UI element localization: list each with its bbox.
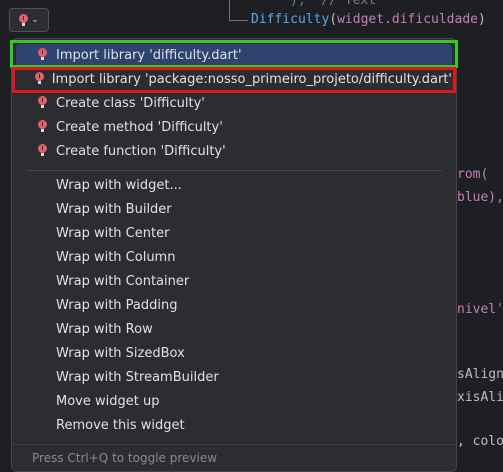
menu-item-remove-widget[interactable]: Remove this widget xyxy=(16,414,452,437)
indent-guide-branch xyxy=(229,20,248,21)
menu-item-label: Wrap with Padding xyxy=(56,298,178,313)
red-bulb-icon xyxy=(37,95,47,108)
code-fragment: nivel' xyxy=(457,302,503,317)
indent-guide xyxy=(229,0,230,21)
menu-item-create-method[interactable]: Create method 'Difficulty' xyxy=(16,116,452,139)
menu-item-label: Create function 'Difficulty' xyxy=(56,144,226,159)
menu-item-label: Wrap with Row xyxy=(56,322,153,337)
menu-item-create-function[interactable]: Create function 'Difficulty' xyxy=(16,140,452,163)
menu-item-wrap-container[interactable]: Wrap with Container xyxy=(16,270,452,293)
menu-item-wrap-center[interactable]: Wrap with Center xyxy=(16,222,452,245)
menu-item-label: Wrap with Column xyxy=(56,250,176,265)
menu-item-label: Import library 'difficulty.dart' xyxy=(56,48,242,63)
code-fragment: sAlign xyxy=(457,367,503,382)
code-line-difficulty: Difficulty(widget.dificuldade) xyxy=(251,12,486,27)
menu-separator xyxy=(26,170,442,171)
menu-item-import-difficulty[interactable]: Import library 'difficulty.dart' xyxy=(16,44,452,67)
menu-item-label: Create class 'Difficulty' xyxy=(56,96,205,111)
menu-item-label: Wrap with Builder xyxy=(56,202,172,217)
red-bulb-icon xyxy=(37,143,47,156)
menu-item-wrap-padding[interactable]: Wrap with Padding xyxy=(16,294,452,317)
menu-item-wrap-row[interactable]: Wrap with Row xyxy=(16,318,452,341)
code-comment: ), // Text xyxy=(290,0,377,8)
code-fragment: blue), xyxy=(457,190,503,205)
red-bulb-icon xyxy=(37,119,47,132)
menu-item-label: Wrap with SizedBox xyxy=(56,346,185,361)
menu-item-label: Wrap with Center xyxy=(56,226,170,241)
menu-item-import-package[interactable]: Import library 'package:nosso_primeiro_p… xyxy=(16,68,452,91)
menu-item-wrap-builder[interactable]: Wrap with Builder xyxy=(16,198,452,221)
menu-item-label: Import library 'package:nosso_primeiro_p… xyxy=(51,72,452,87)
intention-actions-popup: Import library 'difficulty.dart' Import … xyxy=(11,38,457,472)
popup-footer-hint: Press Ctrl+Q to toggle preview xyxy=(12,444,456,471)
code-fragment: rom( xyxy=(457,167,489,182)
menu-item-wrap-widget[interactable]: Wrap with widget... xyxy=(16,174,452,197)
code-fragment: , colo xyxy=(457,434,503,449)
menu-item-create-class[interactable]: Create class 'Difficulty' xyxy=(16,92,452,115)
red-bulb-icon xyxy=(35,71,45,84)
menu-item-move-widget-up[interactable]: Move widget up xyxy=(16,390,452,413)
chevron-down-icon: ⌄ xyxy=(31,15,39,25)
code-fragment: xisAli xyxy=(457,390,503,405)
menu-item-wrap-sizedbox[interactable]: Wrap with SizedBox xyxy=(16,342,452,365)
menu-item-label: Remove this widget xyxy=(56,418,185,433)
menu-item-wrap-column[interactable]: Wrap with Column xyxy=(16,246,452,269)
menu-item-label: Wrap with Container xyxy=(56,274,190,289)
menu-item-wrap-streambuilder[interactable]: Wrap with StreamBuilder xyxy=(16,366,452,389)
intention-actions-button[interactable]: ⌄ xyxy=(9,8,49,32)
menu-item-label: Move widget up xyxy=(56,394,160,409)
menu-item-label: Wrap with widget... xyxy=(56,178,182,193)
menu-item-label: Wrap with StreamBuilder xyxy=(56,370,219,385)
red-bulb-icon xyxy=(19,14,29,26)
red-bulb-icon xyxy=(37,47,47,60)
menu-item-label: Create method 'Difficulty' xyxy=(56,120,223,135)
